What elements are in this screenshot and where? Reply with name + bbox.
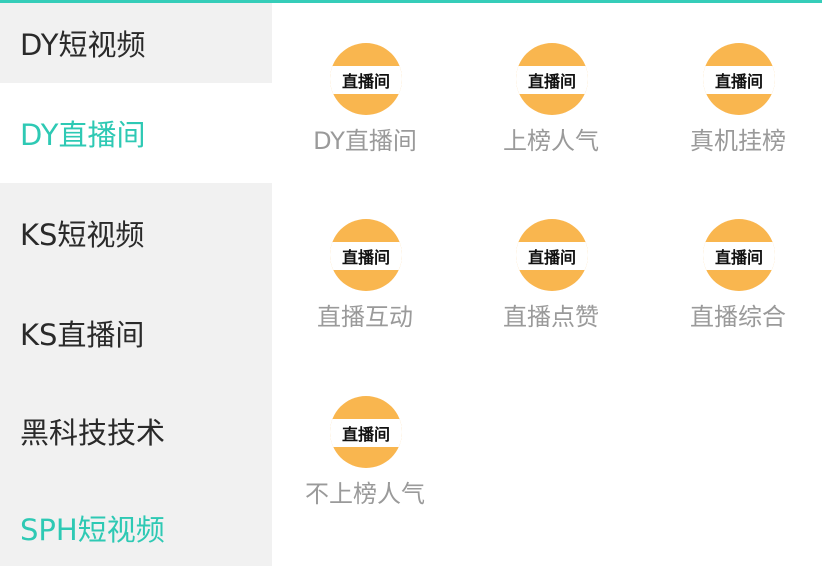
tile-dy-live-room[interactable]: 直播间 DY直播间 bbox=[280, 3, 450, 155]
tile-real-device-rank[interactable]: 直播间 真机挂榜 bbox=[653, 3, 822, 155]
badge-text: 直播间 bbox=[516, 66, 588, 94]
tile-label: DY直播间 bbox=[313, 127, 417, 155]
live-room-badge-icon: 直播间 bbox=[516, 219, 588, 291]
live-room-badge-icon: 直播间 bbox=[703, 43, 775, 115]
tile-label: 上榜人气 bbox=[503, 127, 599, 155]
tile-label: 不上榜人气 bbox=[305, 480, 425, 508]
badge-text: 直播间 bbox=[330, 66, 402, 94]
sidebar-item-sph-short-video[interactable]: SPH短视频 bbox=[0, 478, 272, 578]
live-room-badge-icon: 直播间 bbox=[703, 219, 775, 291]
service-grid: 直播间 DY直播间 直播间 上榜人气 直播间 真机挂榜 直播间 直播互动 直播间… bbox=[272, 3, 822, 566]
tile-label: 直播点赞 bbox=[503, 303, 599, 331]
sidebar-item-dy-live-room[interactable]: DY直播间 bbox=[0, 83, 272, 183]
tile-live-comprehensive[interactable]: 直播间 直播综合 bbox=[653, 179, 822, 331]
live-room-badge-icon: 直播间 bbox=[516, 43, 588, 115]
tile-label: 直播互动 bbox=[317, 303, 413, 331]
sidebar-item-ks-short-video[interactable]: KS短视频 bbox=[0, 183, 272, 283]
tile-off-rank-popularity[interactable]: 直播间 不上榜人气 bbox=[280, 356, 450, 508]
category-sidebar: DY短视频 DY直播间 KS短视频 KS直播间 黑科技技术 SPH短视频 bbox=[0, 3, 272, 566]
live-room-badge-icon: 直播间 bbox=[330, 43, 402, 115]
badge-text: 直播间 bbox=[703, 66, 775, 94]
badge-text: 直播间 bbox=[516, 242, 588, 270]
live-room-badge-icon: 直播间 bbox=[330, 396, 402, 468]
sidebar-item-ks-live-room[interactable]: KS直播间 bbox=[0, 283, 272, 383]
tile-live-likes[interactable]: 直播间 直播点赞 bbox=[466, 179, 636, 331]
badge-text: 直播间 bbox=[330, 242, 402, 270]
tile-rank-popularity[interactable]: 直播间 上榜人气 bbox=[466, 3, 636, 155]
sidebar-item-black-tech[interactable]: 黑科技技术 bbox=[0, 383, 272, 478]
tile-label: 真机挂榜 bbox=[690, 127, 786, 155]
live-room-badge-icon: 直播间 bbox=[330, 219, 402, 291]
tile-label: 直播综合 bbox=[690, 303, 786, 331]
badge-text: 直播间 bbox=[330, 419, 402, 447]
badge-text: 直播间 bbox=[703, 242, 775, 270]
tile-live-interaction[interactable]: 直播间 直播互动 bbox=[280, 179, 450, 331]
sidebar-item-dy-short-video[interactable]: DY短视频 bbox=[0, 3, 272, 83]
